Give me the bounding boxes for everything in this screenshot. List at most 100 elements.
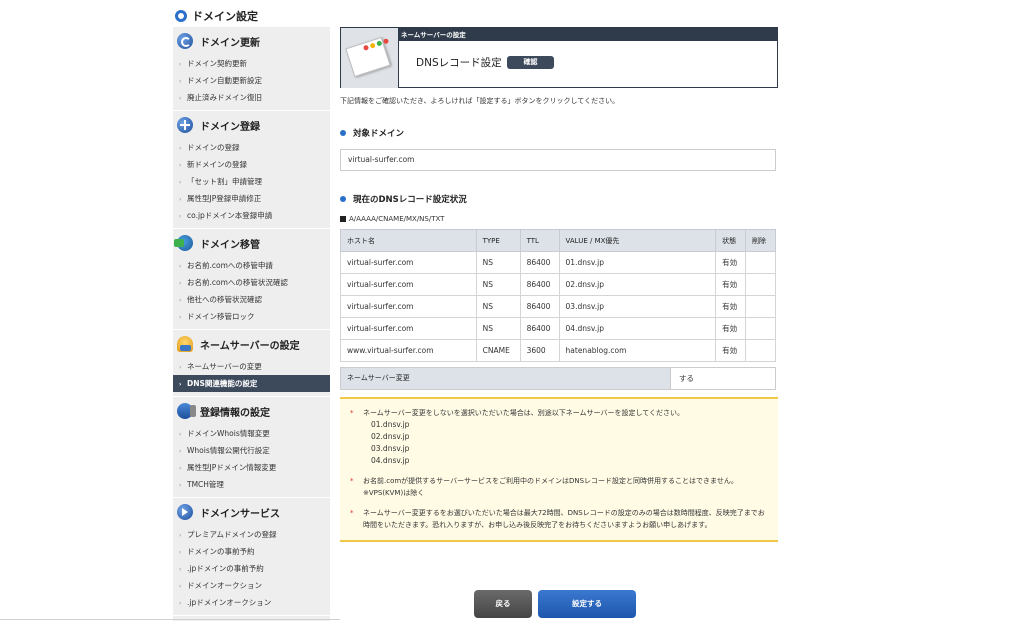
cell-ttl: 86400 <box>519 317 560 340</box>
sidebar-section-header[interactable]: ドメイン登録 <box>173 111 330 139</box>
cell-ttl: 86400 <box>519 251 560 274</box>
back-button[interactable]: 戻る <box>474 590 532 618</box>
sidebar-item[interactable]: › ネームサーバーの変更 <box>173 358 330 375</box>
cell-ttl: 86400 <box>519 273 560 296</box>
sidebar-item[interactable]: › お名前.comへの移管申請 <box>173 257 330 274</box>
main-content: ネームサーバーの設定 DNSレコード設定 確認 <box>340 27 778 88</box>
target-domain-heading: 対象ドメイン <box>340 127 404 139</box>
sidebar-section-header[interactable]: ドメイン更新 <box>173 27 330 55</box>
cell-type: NS <box>475 273 521 296</box>
cell-type: CNAME <box>475 339 521 362</box>
chevron-right-icon: › <box>179 196 182 203</box>
sidebar-item[interactable]: › 新ドメインの登録 <box>173 156 330 173</box>
sidebar-item-label: 属性型JP登録申請修正 <box>187 194 262 203</box>
table-header-row: ホスト名 TYPE TTL VALUE / MX優先 状態 削除 <box>340 229 776 252</box>
sidebar-section: ネームサーバーの設定 › ネームサーバーの変更 › DNS関連機能の設定 <box>173 330 330 397</box>
sidebar-section: 登録情報の設定 › ドメインWhois情報変更 › Whois情報公開代行設定 › 属性型J… <box>173 397 330 498</box>
sidebar-section-header[interactable]: ドメイン移管 <box>173 229 330 257</box>
sidebar-item[interactable]: › .jpドメインオークション <box>173 594 330 611</box>
sidebar-item[interactable]: › 属性型JP登録申請修正 <box>173 190 330 207</box>
sidebar-item[interactable]: › ドメインの事前予約 <box>173 543 330 560</box>
sidebar-item-label: Whois情報公開代行設定 <box>187 446 270 455</box>
nameserver-change-value: する <box>679 374 694 383</box>
dns-record-table: ホスト名 TYPE TTL VALUE / MX優先 状態 削除 virtual… <box>340 229 776 362</box>
sidebar-item-label: 新ドメインの登録 <box>187 160 247 169</box>
sidebar-section-title: ドメインサービス <box>200 508 280 520</box>
chevron-right-icon: › <box>179 145 182 152</box>
asterisk-icon: * <box>350 409 354 417</box>
cell-host: virtual-surfer.com <box>340 295 477 318</box>
nameserver-change-row: ネームサーバー変更 する <box>340 367 776 390</box>
sidebar-item-label: プレミアムドメインの登録 <box>187 530 277 539</box>
sidebar-item[interactable]: › プレミアムドメインの登録 <box>173 526 330 543</box>
cell-value: 04.dnsv.jp <box>558 317 717 340</box>
transfer-icon <box>174 235 193 251</box>
chevron-right-icon: › <box>179 448 182 455</box>
sidebar-item[interactable]: › .jpドメインの事前予約 <box>173 560 330 577</box>
chevron-right-icon: › <box>179 600 182 607</box>
chevron-right-icon: › <box>179 465 182 472</box>
sidebar-item[interactable]: › 廃止済みドメイン復旧 <box>173 89 330 106</box>
sidebar-item[interactable]: › ドメインオークション <box>173 577 330 594</box>
instruction-text: 下記情報をご確認いただき、よろしければ「設定する」ボタンをクリックしてください。 <box>340 97 620 105</box>
cell-state: 有効 <box>715 339 747 362</box>
nameserver-list-item: 02.dnsv.jp <box>371 432 410 441</box>
dns-panel-header: ネームサーバーの設定 DNSレコード設定 確認 <box>340 27 778 88</box>
sidebar: ドメイン更新 › ドメイン契約更新 › ドメイン自動更新設定 › 廃止済みドメイン復旧 ドメイ… <box>173 27 330 621</box>
nameserver-change-label: ネームサーバー変更 <box>341 368 671 389</box>
cell-type: NS <box>475 251 521 274</box>
chevron-right-icon: › <box>179 549 182 556</box>
sidebar-item-list: › プレミアムドメインの登録 › ドメインの事前予約 › .jpドメインの事前予約 › ドメイ… <box>173 526 330 615</box>
table-row: virtual-surfer.com NS 86400 02.dnsv.jp 有効 <box>340 273 776 296</box>
chevron-right-icon: › <box>179 364 182 371</box>
notice-text-3: ネームサーバー変更するをお選びいただいた場合は最大72時間、DNSレコードの設定… <box>363 509 765 529</box>
col-ttl: TTL <box>519 229 560 252</box>
panel-body: DNSレコード設定 確認 <box>399 39 777 87</box>
sidebar-item-label: お名前.comへの移管申請 <box>187 261 273 270</box>
sidebar-item[interactable]: › ドメインの登録 <box>173 139 330 156</box>
asterisk-icon: * <box>350 477 354 485</box>
sidebar-item[interactable]: › 「セット割」申請管理 <box>173 173 330 190</box>
target-domain-heading-label: 対象ドメイン <box>353 129 405 139</box>
col-value: VALUE / MX優先 <box>558 229 717 252</box>
service-icon <box>177 504 193 520</box>
col-state: 状態 <box>715 229 747 252</box>
col-host: ホスト名 <box>340 229 477 252</box>
sidebar-section-title: ドメイン更新 <box>200 37 260 49</box>
chevron-right-icon: › <box>179 314 182 321</box>
record-type-caption: A/AAAA/CNAME/MX/NS/TXT <box>340 215 444 223</box>
registration-icon <box>177 403 196 419</box>
col-type: TYPE <box>475 229 521 252</box>
sidebar-item[interactable]: › DNS関連機能の設定 <box>173 375 330 392</box>
sidebar-item-label: TMCH管理 <box>187 480 224 489</box>
sidebar-item[interactable]: › ドメイン移管ロック <box>173 308 330 325</box>
nameserver-list-item: 04.dnsv.jp <box>371 456 410 465</box>
sidebar-item-label: DNS関連機能の設定 <box>187 379 258 388</box>
sidebar-item[interactable]: › お名前.comへの移管状況確認 <box>173 274 330 291</box>
sidebar-section-title: 登録情報の設定 <box>200 407 270 419</box>
submit-button[interactable]: 設定する <box>538 590 636 618</box>
sidebar-item[interactable]: › 属性型JPドメイン情報変更 <box>173 459 330 476</box>
sidebar-item[interactable]: › ドメイン契約更新 <box>173 55 330 72</box>
sidebar-item-label: 「セット割」申請管理 <box>187 177 262 186</box>
sidebar-item[interactable]: › Whois情報公開代行設定 <box>173 442 330 459</box>
sidebar-section-title: ネームサーバーの設定 <box>200 340 300 352</box>
sidebar-item-label: .jpドメインオークション <box>187 598 272 607</box>
cell-delete <box>745 273 776 296</box>
record-type-caption-text: A/AAAA/CNAME/MX/NS/TXT <box>349 215 445 223</box>
sidebar-item-label: ドメイン移管ロック <box>187 312 255 321</box>
chevron-right-icon: › <box>179 566 182 573</box>
sidebar-item[interactable]: › ドメインWhois情報変更 <box>173 425 330 442</box>
sidebar-section-header[interactable]: ドメインサービス <box>173 498 330 526</box>
sidebar-section-header[interactable]: ネームサーバーの設定 <box>173 330 330 358</box>
sidebar-section-header[interactable]: 登録情報の設定 <box>173 397 330 425</box>
cell-ttl: 3600 <box>519 339 560 362</box>
sidebar-item[interactable]: › ドメイン自動更新設定 <box>173 72 330 89</box>
sidebar-item-label: 他社への移管状況確認 <box>187 295 262 304</box>
sidebar-item[interactable]: › 他社への移管状況確認 <box>173 291 330 308</box>
chevron-right-icon: › <box>179 431 182 438</box>
table-row: virtual-surfer.com NS 86400 01.dnsv.jp 有効 <box>340 251 776 274</box>
sidebar-item-label: ドメイン契約更新 <box>187 59 247 68</box>
sidebar-item[interactable]: › TMCH管理 <box>173 476 330 493</box>
sidebar-item[interactable]: › co.jpドメイン本登録申請 <box>173 207 330 224</box>
